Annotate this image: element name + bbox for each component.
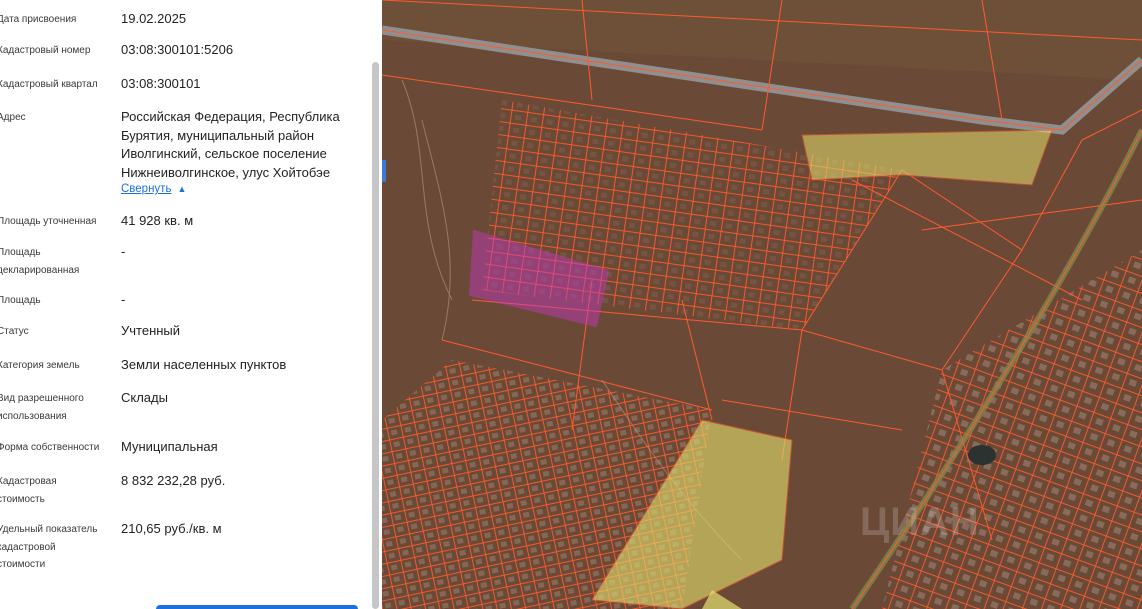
value[interactable]: 03:08:300101:5206 bbox=[121, 41, 361, 60]
collapse-link-label: Свернуть bbox=[121, 183, 172, 195]
label: Кадастровый номер bbox=[0, 45, 91, 56]
value: Учтенный bbox=[121, 323, 181, 338]
value: Земли населенных пунктов bbox=[121, 357, 287, 372]
value: - bbox=[121, 292, 126, 307]
value: 210,65 руб./кв. м bbox=[121, 521, 222, 536]
label: Категория земель bbox=[0, 360, 80, 371]
value: Российская Федерация, Республика Бурятия… bbox=[121, 109, 340, 180]
label: Статус bbox=[0, 326, 29, 337]
value: Муниципальная bbox=[121, 439, 218, 454]
value[interactable]: 03:08:300101 bbox=[121, 75, 361, 94]
map-edge-marker-icon bbox=[382, 160, 386, 182]
parcel-info-panel: Дата присвоения 19.02.2025 Кадастровый н… bbox=[0, 0, 382, 609]
value: 8 832 232,28 руб. bbox=[121, 473, 226, 488]
label: Вид разрешенного использования bbox=[0, 393, 84, 422]
chevron-up-icon: ▲ bbox=[177, 184, 187, 194]
map-canvas bbox=[382, 0, 1142, 609]
satellite-map[interactable]: ЦИАН bbox=[382, 0, 1142, 609]
label: Адрес bbox=[0, 112, 26, 123]
action-button[interactable] bbox=[156, 605, 358, 609]
label: Кадастровый квартал bbox=[0, 79, 98, 90]
label: Площадь bbox=[0, 295, 41, 306]
watermark: ЦИАН bbox=[860, 500, 980, 544]
label: Удельный показатель кадастровой стоимост… bbox=[0, 524, 98, 570]
value: 19.02.2025 bbox=[121, 11, 187, 26]
scrollbar-thumb[interactable] bbox=[372, 62, 379, 609]
collapse-link[interactable]: Свернуть ▲ bbox=[121, 183, 186, 195]
value: Склады bbox=[121, 390, 168, 405]
label: Площадь декларированная bbox=[0, 247, 80, 276]
label: Площадь уточненная bbox=[0, 216, 97, 227]
label: Форма собственности bbox=[0, 442, 100, 453]
value: 41 928 кв. м bbox=[121, 213, 194, 228]
label: Дата присвоения bbox=[0, 14, 77, 25]
label: Кадастровая стоимость bbox=[0, 476, 57, 505]
value: - bbox=[121, 244, 126, 259]
